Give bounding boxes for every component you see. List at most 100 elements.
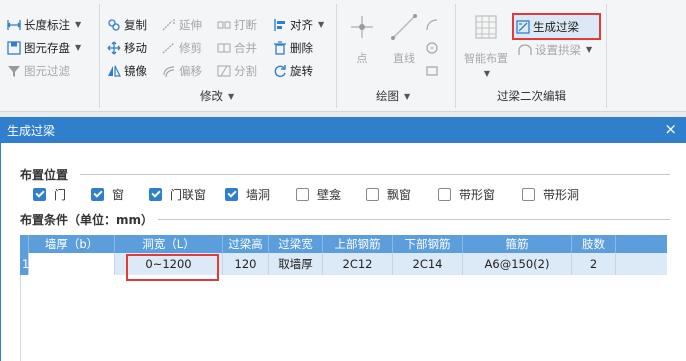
split-button[interactable]: 分割 <box>217 61 257 81</box>
checkbox[interactable] <box>366 188 379 201</box>
section-divider <box>80 174 670 175</box>
extend-button[interactable]: 延伸 <box>162 15 202 35</box>
point-icon <box>351 16 373 38</box>
copy-icon <box>107 18 121 32</box>
set-arch-button[interactable]: 设置拱梁 ▼ <box>518 40 592 60</box>
checkbox[interactable] <box>438 188 451 201</box>
opening-width-highlight <box>126 254 219 281</box>
top-rebar-cell[interactable]: 2C12 <box>323 253 393 275</box>
group-divider <box>336 4 337 108</box>
ribbon-toolbar: 长度标注▼ 图元存盘▼ 图元过滤 复制 移动 镜像 延伸 修剪 偏移 打断 <box>0 0 686 112</box>
smart-layout-icon <box>475 15 497 39</box>
option-niche[interactable]: 壁龛 <box>296 186 366 203</box>
delete-button[interactable]: 删除 <box>273 38 313 58</box>
option-wall-opening[interactable]: 墙洞 <box>225 186 296 203</box>
line-icon <box>391 14 417 40</box>
wall-thickness-cell[interactable] <box>29 253 115 275</box>
chevron-down-icon: ▼ <box>483 69 491 78</box>
close-icon[interactable]: × <box>664 121 677 137</box>
arch-icon <box>518 43 532 57</box>
lintel-condition-table: 墙厚（b） 洞宽（L） 过梁高 过梁宽 上部钢筋 下部钢筋 箍筋 肢数 1 0~… <box>20 235 667 275</box>
option-strip-opening[interactable]: 带形洞 <box>522 186 592 203</box>
column-header[interactable]: 肢数 <box>572 235 616 253</box>
smart-layout-button[interactable]: 智能布置 ▼ <box>460 10 512 78</box>
stirrup-cell[interactable]: A6@150(2) <box>463 253 572 275</box>
copy-button[interactable]: 复制 <box>107 15 147 35</box>
filter-icon <box>7 64 21 78</box>
checkbox[interactable] <box>149 188 162 201</box>
option-window[interactable]: 窗 <box>91 186 149 203</box>
lintel-height-cell[interactable]: 120 <box>223 253 269 275</box>
option-door[interactable]: 门 <box>33 186 91 203</box>
lintel-width-cell[interactable]: 取墙厚 <box>269 253 323 275</box>
chevron-down-icon: ▼ <box>75 20 82 29</box>
filter-elements-button[interactable]: 图元过滤 <box>7 61 70 81</box>
align-icon <box>273 18 287 32</box>
column-header[interactable]: 墙厚（b） <box>29 235 115 253</box>
checkbox[interactable] <box>522 188 535 201</box>
draw-group-label[interactable]: 绘图 ▼ <box>376 88 410 104</box>
bottom-rebar-cell[interactable]: 2C14 <box>393 253 463 275</box>
checkbox[interactable] <box>225 188 238 201</box>
offset-button[interactable]: 偏移 <box>162 61 202 81</box>
column-header[interactable]: 下部钢筋 <box>393 235 463 253</box>
column-header[interactable]: 过梁高 <box>223 235 269 253</box>
checkbox[interactable] <box>33 188 46 201</box>
blank-cell <box>616 253 667 275</box>
section-divider <box>158 219 670 220</box>
table-row[interactable]: 1 0~1200 120 取墙厚 2C12 2C14 A6@150(2) 2 <box>20 253 667 275</box>
offset-icon <box>162 64 176 78</box>
lintel-group-label: 过梁二次编辑 <box>497 89 566 103</box>
break-button[interactable]: 打断 <box>217 15 257 35</box>
mirror-icon <box>107 64 121 78</box>
mirror-button[interactable]: 镜像 <box>107 61 147 81</box>
circle-button[interactable] <box>425 38 439 58</box>
checkbox[interactable] <box>91 188 104 201</box>
group-divider <box>99 4 100 108</box>
trim-button[interactable]: 修剪 <box>162 38 202 58</box>
save-elements-button[interactable]: 图元存盘 ▼ <box>7 38 81 58</box>
rotate-icon <box>273 64 287 78</box>
align-button[interactable]: 对齐 ▼ <box>273 15 324 35</box>
column-header <box>20 235 29 253</box>
delete-icon <box>273 41 287 55</box>
circle-icon <box>425 41 439 55</box>
arc-button[interactable] <box>425 15 439 35</box>
merge-icon <box>217 41 231 55</box>
rotate-button[interactable]: 旋转 <box>273 61 313 81</box>
merge-button[interactable]: 合并 <box>217 38 257 58</box>
move-icon <box>107 41 121 55</box>
generate-lintel-button[interactable]: 生成过梁 <box>516 18 579 36</box>
checkbox[interactable] <box>296 188 309 201</box>
column-header[interactable]: 上部钢筋 <box>323 235 393 253</box>
column-header-blank <box>616 235 667 253</box>
move-button[interactable]: 移动 <box>107 38 147 58</box>
option-strip-window[interactable]: 带形窗 <box>438 186 522 203</box>
chevron-down-icon: ▼ <box>404 91 411 101</box>
rectangle-button[interactable] <box>425 61 439 81</box>
option-door-window[interactable]: 门联窗 <box>149 186 225 203</box>
line-button[interactable]: 直线 <box>382 10 426 66</box>
modify-group-label[interactable]: 修改 ▼ <box>200 88 234 104</box>
option-bay-window[interactable]: 飘窗 <box>366 186 438 203</box>
column-header[interactable]: 箍筋 <box>463 235 572 253</box>
table-empty-area <box>20 275 667 361</box>
rectangle-icon <box>425 64 439 78</box>
chevron-down-icon: ▼ <box>318 20 325 29</box>
point-button[interactable]: 点 <box>340 10 384 66</box>
chevron-down-icon: ▼ <box>75 43 82 52</box>
trim-icon <box>162 41 176 55</box>
dimension-button[interactable]: 长度标注 ▼ <box>7 15 81 35</box>
dialog-title-bar[interactable]: 生成过梁 × <box>0 117 686 143</box>
group-divider <box>606 4 607 108</box>
column-header[interactable]: 洞宽（L） <box>115 235 223 253</box>
extend-icon <box>162 18 176 32</box>
chevron-down-icon: ▼ <box>228 91 235 101</box>
position-section-title: 布置位置 <box>20 168 69 182</box>
chevron-down-icon: ▼ <box>586 45 593 54</box>
column-header[interactable]: 过梁宽 <box>269 235 323 253</box>
dialog-title: 生成过梁 <box>7 123 56 138</box>
position-options: 门 窗 门联窗 墙洞 壁龛 飘窗 带形窗 带形洞 <box>33 186 592 203</box>
generate-lintel-icon <box>516 20 530 34</box>
legs-cell[interactable]: 2 <box>572 253 616 275</box>
